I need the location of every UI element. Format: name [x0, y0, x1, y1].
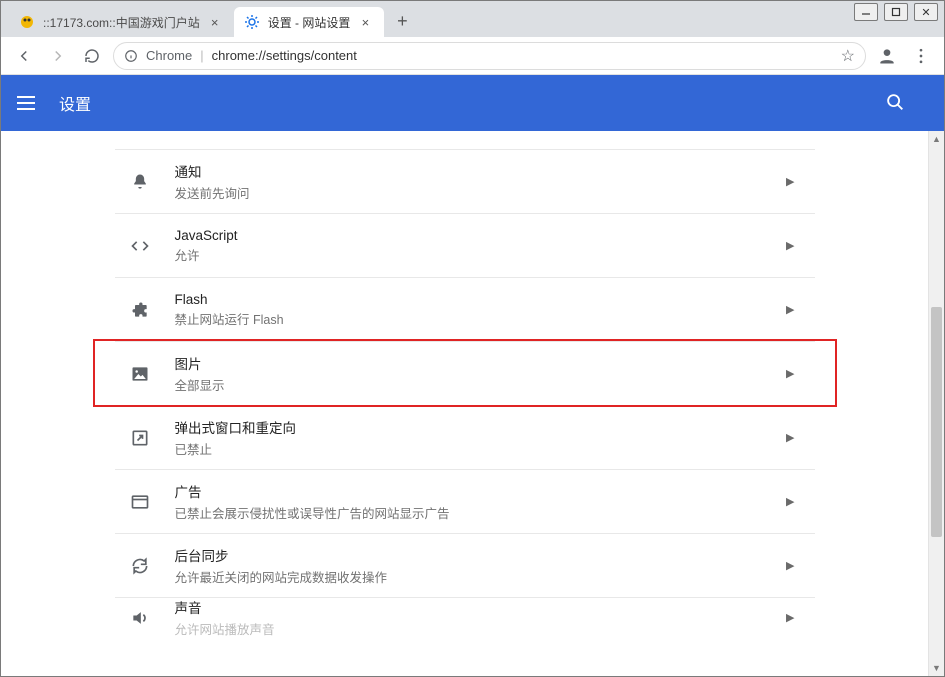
tab-settings[interactable]: 设置 - 网站设置 × [234, 7, 385, 37]
row-title: Flash [175, 292, 787, 307]
content-area: 动态传感器允许网站使用动态传感器▶通知发送前先询问▶JavaScript允许▶F… [1, 131, 928, 676]
menu-icon[interactable] [17, 91, 41, 115]
settings-row-puzzle[interactable]: Flash 禁止网站运行 Flash▶ [115, 277, 815, 341]
tab-close-icon[interactable]: × [358, 15, 372, 29]
tab-title: ::17173.com::中国游戏门户站 [43, 14, 200, 31]
profile-button[interactable] [874, 43, 900, 69]
row-subtitle: 允许最近关闭的网站完成数据收发操作 [175, 567, 787, 586]
tab-17173[interactable]: ::17173.com::中国游戏门户站 × [9, 7, 234, 37]
row-title: 图片 [175, 353, 787, 373]
chevron-right-icon: ▶ [786, 431, 794, 444]
settings-row-bell[interactable]: 通知发送前先询问▶ [115, 149, 815, 213]
scroll-up-arrow[interactable]: ▲ [929, 131, 944, 147]
omnibox[interactable]: Chrome | chrome://settings/content ☆ [113, 42, 866, 70]
sound-icon [129, 607, 151, 629]
chevron-right-icon: ▶ [786, 559, 794, 572]
settings-header: 设置 [1, 75, 944, 131]
sync-icon [129, 555, 151, 577]
puzzle-icon [129, 299, 151, 321]
toolbar: Chrome | chrome://settings/content ☆ [1, 37, 944, 75]
omnibox-url: chrome://settings/content [212, 48, 357, 63]
site-info-icon[interactable] [124, 49, 138, 63]
scroll-down-arrow[interactable]: ▼ [929, 660, 944, 676]
settings-row-image[interactable]: 图片全部显示▶ [115, 341, 815, 405]
settings-title: 设置 [59, 91, 91, 115]
settings-row-code[interactable]: JavaScript 允许▶ [115, 213, 815, 277]
bell-icon [129, 171, 151, 193]
popup-icon [129, 427, 151, 449]
new-tab-button[interactable]: + [388, 7, 416, 35]
reload-button[interactable] [79, 43, 105, 69]
forward-button[interactable] [45, 43, 71, 69]
window-close[interactable]: ✕ [914, 3, 938, 21]
chevron-right-icon: ▶ [786, 495, 794, 508]
back-button[interactable] [11, 43, 37, 69]
chevron-right-icon: ▶ [786, 611, 794, 624]
code-icon [129, 235, 151, 257]
row-subtitle: 已禁止 [175, 439, 787, 458]
row-subtitle: 禁止网站运行 Flash [175, 309, 787, 328]
chevron-right-icon: ▶ [786, 239, 794, 252]
window-controls: ✕ [854, 3, 938, 21]
scroll-thumb[interactable] [931, 307, 942, 537]
chevron-right-icon: ▶ [786, 303, 794, 316]
ads-icon [129, 491, 151, 513]
chevron-right-icon: ▶ [786, 367, 794, 380]
tab-strip: ::17173.com::中国游戏门户站 × 设置 - 网站设置 × + [1, 1, 944, 37]
settings-row-motion[interactable]: 动态传感器允许网站使用动态传感器▶ [115, 131, 815, 149]
settings-row-popup[interactable]: 弹出式窗口和重定向已禁止▶ [115, 405, 815, 469]
image-icon [129, 363, 151, 385]
row-subtitle: 全部显示 [175, 375, 787, 394]
vertical-scrollbar[interactable]: ▲ ▼ [928, 131, 944, 676]
window-maximize[interactable] [884, 3, 908, 21]
omnibox-chrome-label: Chrome [146, 48, 192, 63]
settings-row-sync[interactable]: 后台同步允许最近关闭的网站完成数据收发操作▶ [115, 533, 815, 597]
row-subtitle: 发送前先询问 [175, 183, 787, 202]
chevron-right-icon: ▶ [786, 175, 794, 188]
search-icon[interactable] [884, 91, 906, 118]
tab-close-icon[interactable]: × [208, 15, 222, 29]
row-subtitle: 允许 [175, 245, 787, 264]
row-title: 后台同步 [175, 545, 787, 565]
settings-list: 动态传感器允许网站使用动态传感器▶通知发送前先询问▶JavaScript允许▶F… [115, 131, 815, 637]
row-title: 弹出式窗口和重定向 [175, 417, 787, 437]
window-minimize[interactable] [854, 3, 878, 21]
chrome-menu-button[interactable] [908, 43, 934, 69]
row-subtitle: 已禁止会展示侵扰性或误导性广告的网站显示广告 [175, 503, 787, 522]
favicon-settings [244, 14, 260, 30]
row-subtitle: 允许网站播放声音 [175, 619, 787, 638]
tab-title: 设置 - 网站设置 [268, 14, 351, 31]
favicon-17173 [19, 14, 35, 30]
settings-row-sound[interactable]: 声音允许网站播放声音▶ [115, 597, 815, 637]
omnibox-separator: | [200, 48, 203, 63]
row-title: JavaScript [175, 228, 787, 243]
scroll-track[interactable] [929, 147, 944, 660]
row-title: 通知 [175, 161, 787, 181]
bookmark-star-icon[interactable]: ☆ [841, 46, 855, 66]
row-title: 声音 [175, 597, 787, 617]
settings-row-ads[interactable]: 广告已禁止会展示侵扰性或误导性广告的网站显示广告▶ [115, 469, 815, 533]
row-title: 广告 [175, 481, 787, 501]
